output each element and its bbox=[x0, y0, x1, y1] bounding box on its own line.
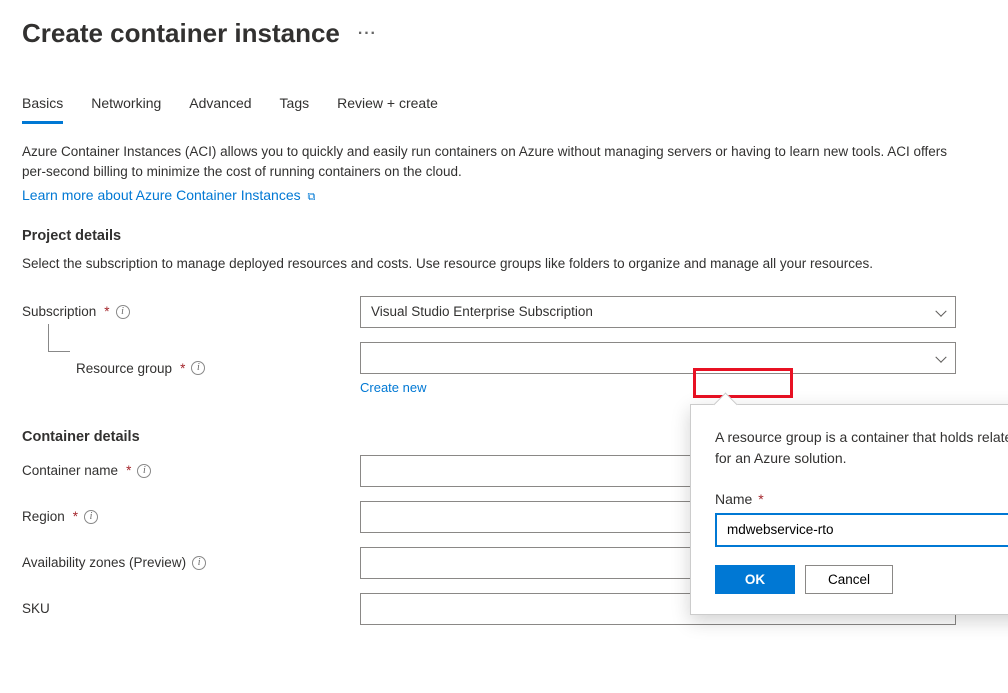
region-label: Region bbox=[22, 509, 65, 524]
tab-review[interactable]: Review + create bbox=[337, 89, 438, 124]
sku-label: SKU bbox=[22, 601, 50, 616]
tab-tags[interactable]: Tags bbox=[280, 89, 310, 124]
subscription-label: Subscription bbox=[22, 304, 96, 319]
popover-name-label: Name bbox=[715, 491, 752, 507]
subscription-select[interactable]: Visual Studio Enterprise Subscription bbox=[360, 296, 956, 328]
project-details-heading: Project details bbox=[22, 228, 986, 244]
cancel-button[interactable]: Cancel bbox=[805, 565, 893, 594]
container-name-label: Container name bbox=[22, 463, 118, 478]
chevron-down-icon bbox=[935, 351, 946, 362]
info-icon[interactable]: i bbox=[191, 361, 205, 375]
page-title: Create container instance bbox=[22, 18, 340, 49]
resource-group-select[interactable] bbox=[360, 342, 956, 374]
learn-more-label: Learn more about Azure Container Instanc… bbox=[22, 187, 301, 203]
info-icon[interactable]: i bbox=[116, 305, 130, 319]
create-new-link[interactable]: Create new bbox=[360, 380, 426, 395]
resource-group-label: Resource group bbox=[76, 361, 172, 376]
tab-advanced[interactable]: Advanced bbox=[189, 89, 251, 124]
availability-zones-label: Availability zones (Preview) bbox=[22, 555, 186, 570]
resource-group-name-input[interactable] bbox=[715, 513, 1008, 547]
project-details-description: Select the subscription to manage deploy… bbox=[22, 254, 962, 274]
intro-text: Azure Container Instances (ACI) allows y… bbox=[22, 142, 962, 183]
info-icon[interactable]: i bbox=[137, 464, 151, 478]
required-icon: * bbox=[73, 509, 78, 524]
more-actions-icon[interactable]: ··· bbox=[358, 25, 377, 43]
ok-button[interactable]: OK bbox=[715, 565, 795, 594]
required-icon: * bbox=[126, 463, 131, 478]
required-icon: * bbox=[104, 304, 109, 319]
required-icon: * bbox=[758, 491, 763, 507]
tabs-bar: Basics Networking Advanced Tags Review +… bbox=[22, 89, 986, 124]
tab-networking[interactable]: Networking bbox=[91, 89, 161, 124]
chevron-down-icon bbox=[935, 305, 946, 316]
tree-connector bbox=[48, 324, 70, 352]
learn-more-link[interactable]: Learn more about Azure Container Instanc… bbox=[22, 187, 315, 203]
required-icon: * bbox=[180, 361, 185, 376]
tab-basics[interactable]: Basics bbox=[22, 89, 63, 124]
subscription-value: Visual Studio Enterprise Subscription bbox=[371, 304, 593, 319]
create-new-popover: A resource group is a container that hol… bbox=[690, 404, 1008, 615]
info-icon[interactable]: i bbox=[84, 510, 98, 524]
external-link-icon: ⧉ bbox=[308, 191, 316, 204]
popover-description: A resource group is a container that hol… bbox=[715, 427, 1008, 469]
info-icon[interactable]: i bbox=[192, 556, 206, 570]
